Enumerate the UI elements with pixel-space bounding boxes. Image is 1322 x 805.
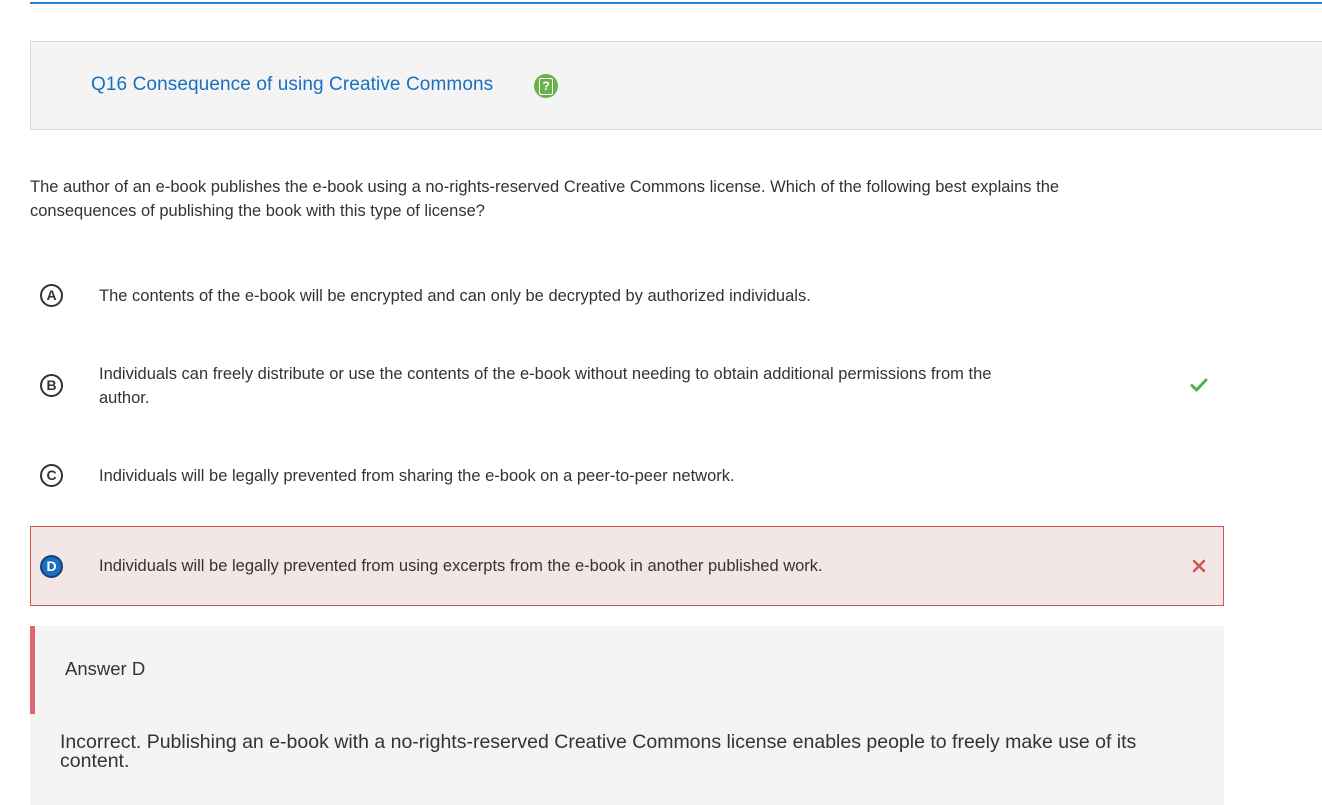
question-title: Q16 Consequence of using Creative Common… bbox=[91, 74, 494, 95]
top-divider bbox=[30, 2, 1322, 4]
option-text-c: Individuals will be legally prevented fr… bbox=[99, 467, 735, 485]
question-prompt: The author of an e-book publishes the e-… bbox=[30, 178, 1060, 220]
answer-feedback-panel: Answer D Incorrect. Publishing an e-book… bbox=[30, 626, 1224, 805]
help-question-icon[interactable]: ? bbox=[534, 74, 558, 98]
option-text-b: Individuals can freely distribute or use… bbox=[99, 365, 992, 407]
answer-option-b[interactable]: B Individuals can freely distribute or u… bbox=[30, 350, 1224, 422]
option-letter-d-icon[interactable]: D bbox=[40, 555, 63, 578]
answer-label: Answer D bbox=[65, 658, 146, 679]
option-text-a: The contents of the e-book will be encry… bbox=[99, 287, 811, 305]
answer-option-d-selected[interactable]: D Individuals will be legally prevented … bbox=[30, 526, 1224, 606]
cross-icon bbox=[1188, 555, 1210, 577]
option-text-d: Individuals will be legally prevented fr… bbox=[99, 557, 823, 575]
answer-option-c[interactable]: C Individuals will be legally prevented … bbox=[30, 450, 1224, 502]
question-header: Q16 Consequence of using Creative Common… bbox=[30, 41, 1322, 130]
answer-option-a[interactable]: A The contents of the e-book will be enc… bbox=[30, 270, 1224, 322]
option-letter-a-icon[interactable]: A bbox=[40, 284, 63, 307]
checkmark-icon bbox=[1188, 374, 1210, 396]
option-letter-b-icon[interactable]: B bbox=[40, 374, 63, 397]
option-letter-c-icon[interactable]: C bbox=[40, 464, 63, 487]
feedback-accent-bar bbox=[30, 626, 35, 714]
feedback-explanation: Incorrect. Publishing an e-book with a n… bbox=[60, 731, 1137, 772]
